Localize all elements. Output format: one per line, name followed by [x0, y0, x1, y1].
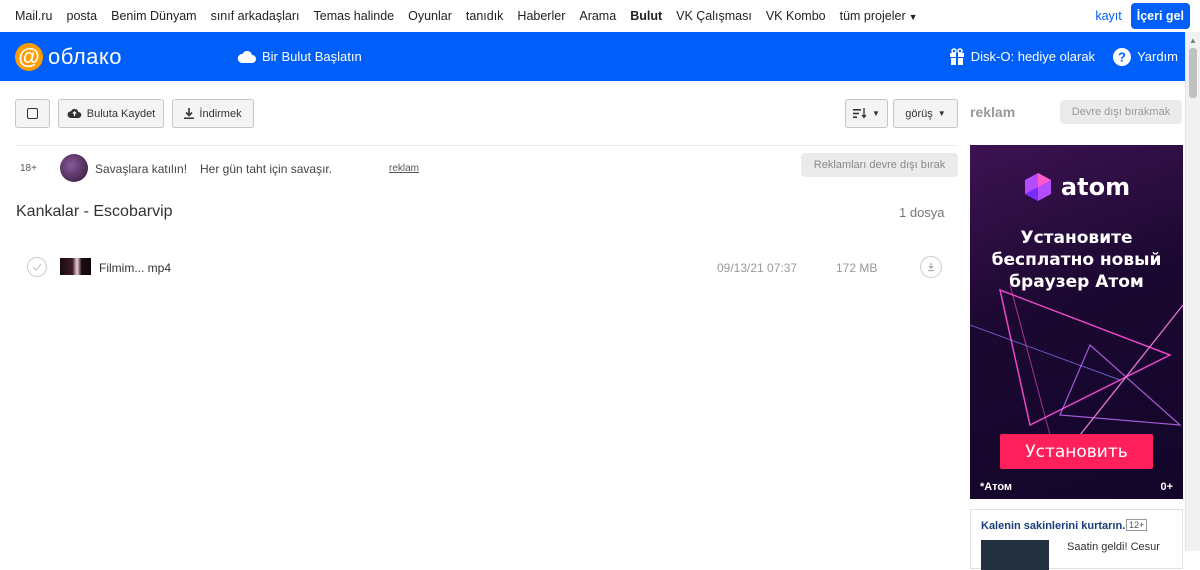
video-thumbnail	[60, 258, 91, 275]
download-label: İndirmek	[199, 107, 242, 120]
select-all-checkbox[interactable]	[15, 99, 50, 128]
download-icon	[928, 263, 934, 272]
folder-file-count: 1 dosya	[899, 205, 945, 220]
ad-card-text: Saatin geldi! Cesur	[1067, 541, 1160, 553]
ad-label: reklam	[970, 104, 1016, 120]
portal-link[interactable]: tanıdık	[466, 9, 504, 23]
ad-avatar	[60, 154, 88, 182]
ad-card-image	[981, 540, 1049, 570]
all-projects-label: tüm projeler	[839, 9, 906, 23]
download-icon	[184, 108, 195, 119]
portal-link[interactable]: posta	[67, 9, 98, 23]
save-to-cloud-label: Buluta Kaydet	[86, 107, 156, 120]
install-button[interactable]: Установить	[1000, 434, 1153, 469]
sort-icon	[853, 108, 867, 119]
file-name[interactable]: Filmim... mp4	[99, 261, 171, 275]
chevron-down-icon: ▼	[872, 109, 880, 118]
cloud-icon	[237, 50, 256, 63]
banner-brand: atom	[970, 172, 1183, 202]
signup-link[interactable]: kayıt	[1095, 9, 1121, 23]
portal-nav: Mail.ru posta Benim Dünyam sınıf arkadaş…	[0, 0, 1200, 32]
sort-button[interactable]: ▼	[845, 99, 888, 128]
disko-gift-label: Disk-O: hediye olarak	[970, 49, 1096, 64]
svg-text:?: ?	[1118, 49, 1126, 64]
file-date: 09/13/21 07:37	[717, 261, 798, 275]
cloud-logo[interactable]: @ облако	[15, 42, 123, 71]
file-download-button[interactable]	[920, 256, 942, 278]
scrollbar[interactable]: ▲	[1185, 32, 1200, 551]
ad-bar[interactable]: 18+ Savaşlara katılın! Her gün taht için…	[15, 151, 958, 184]
atom-logo-icon	[1024, 173, 1051, 201]
portal-link[interactable]: Temas halinde	[314, 9, 395, 23]
banner-brand-name: atom	[1060, 173, 1131, 201]
portal-link[interactable]: VK Çalışması	[676, 9, 752, 23]
scrollbar-thumb[interactable]	[1189, 48, 1197, 98]
header-actions: Disk-O: hediye olarak ? Yardım	[931, 32, 1178, 81]
portal-link[interactable]: Arama	[579, 9, 616, 23]
caret-down-icon: ▼	[908, 12, 918, 22]
age-rating: 18+	[20, 163, 37, 174]
help-label: Yardım	[1137, 49, 1178, 64]
portal-link[interactable]: Oyunlar	[408, 9, 452, 23]
disable-ads-button[interactable]: Devre dışı bırakmak	[1060, 100, 1182, 124]
chevron-down-icon: ▼	[937, 109, 946, 118]
folder-title: Kankalar - Escobarvip	[16, 203, 173, 220]
portal-link-active[interactable]: Bulut	[630, 9, 662, 23]
ad-tag[interactable]: reklam	[389, 163, 419, 174]
view-mode-label: görüş	[905, 107, 933, 120]
ad-banner[interactable]: atom Установите бесплатно новый браузер …	[970, 145, 1183, 499]
checkbox-icon	[27, 108, 38, 119]
portal-link[interactable]: sınıf arkadaşları	[211, 9, 300, 23]
file-select-checkbox[interactable]	[27, 257, 47, 277]
ad-text: Her gün taht için savaşır.	[200, 162, 333, 176]
toolbar: Buluta Kaydet İndirmek ▼ görüş ▼	[15, 99, 958, 128]
portal-link[interactable]: Haberler	[517, 9, 565, 23]
divider	[15, 145, 958, 146]
view-mode-button[interactable]: görüş ▼	[893, 99, 958, 128]
ad-card-age: 12+	[1126, 519, 1148, 531]
file-size: 172 MB	[836, 261, 878, 275]
help-icon: ?	[1113, 47, 1132, 66]
neon-lines-graphic	[970, 285, 1183, 435]
portal-link[interactable]: Mail.ru	[15, 9, 53, 23]
ad-card[interactable]: Kalenin sakinlerini kurtarın. 12+ Saatin…	[970, 509, 1183, 570]
save-to-cloud-button[interactable]: Buluta Kaydet	[58, 99, 164, 128]
scroll-up-icon[interactable]: ▲	[1189, 36, 1197, 45]
banner-text: Установите бесплатно новый браузер Атом	[991, 228, 1162, 292]
ad-title: Savaşlara katılın!	[95, 162, 188, 176]
banner-age-rating: 0+	[1160, 481, 1173, 493]
portal-link[interactable]: Benim Dünyam	[111, 9, 196, 23]
auth-links: kayıt İçeri gel	[1095, 0, 1190, 32]
gift-icon	[949, 48, 964, 65]
cloud-header: @ облако Bir Bulut Başlatın Disk-O: hedi…	[0, 32, 1200, 81]
cloud-upload-icon	[67, 108, 82, 118]
logo-text: облако	[48, 43, 123, 69]
help-link[interactable]: ? Yardım	[1113, 47, 1178, 66]
start-cloud-link[interactable]: Bir Bulut Başlatın	[237, 32, 362, 81]
logo-at-icon: @	[15, 42, 43, 71]
all-projects-menu[interactable]: tüm projeler ▼	[840, 9, 918, 23]
ad-card-title: Kalenin sakinlerini kurtarın.	[981, 520, 1126, 532]
start-cloud-label: Bir Bulut Başlatın	[262, 49, 362, 64]
banner-footnote: *Атом	[980, 481, 1013, 493]
login-button[interactable]: İçeri gel	[1130, 3, 1190, 29]
check-icon	[32, 263, 42, 271]
file-row[interactable]: Filmim... mp4 09/13/21 07:37 172 MB	[15, 250, 958, 284]
portal-link[interactable]: VK Kombo	[766, 9, 826, 23]
download-button[interactable]: İndirmek	[172, 99, 254, 128]
hide-ads-button[interactable]: Reklamları devre dışı bırak	[801, 153, 958, 177]
disko-gift-link[interactable]: Disk-O: hediye olarak	[949, 48, 1095, 65]
